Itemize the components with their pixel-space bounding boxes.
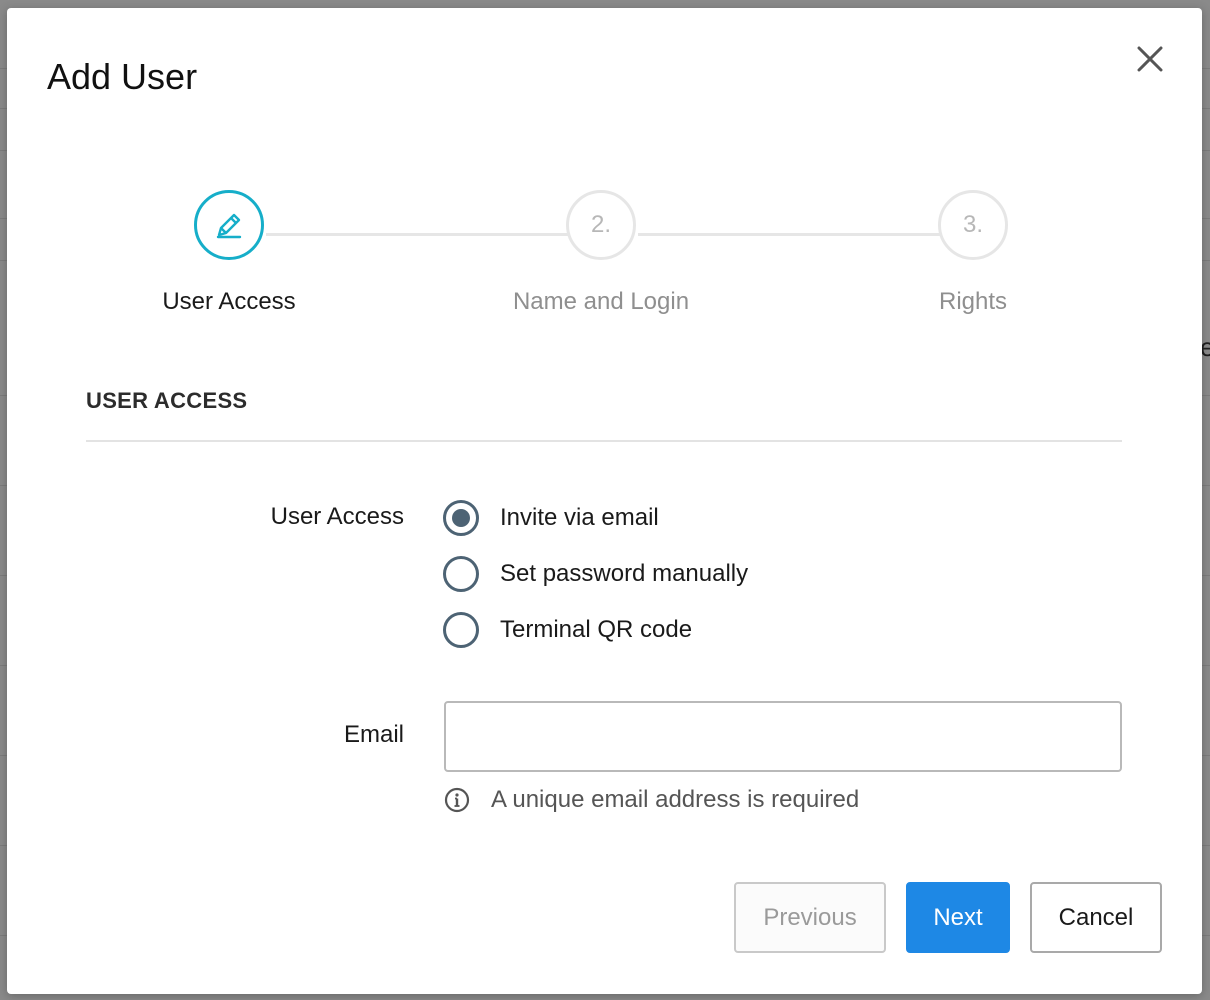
email-hint: A unique email address is required (444, 786, 859, 814)
section-heading: USER ACCESS (86, 388, 248, 413)
radio-label: Set password manually (500, 560, 749, 587)
step-connector (638, 233, 941, 236)
step-1-label: User Access (162, 288, 296, 315)
radio-option-set-password-manually[interactable]: Set password manually (443, 555, 748, 593)
info-icon (444, 787, 470, 813)
close-icon (1137, 46, 1163, 72)
email-field[interactable] (444, 701, 1122, 772)
step-connector (266, 233, 569, 236)
radio-label: Invite via email (500, 504, 659, 531)
step-2-label: Name and Login (512, 288, 690, 315)
previous-button[interactable]: Previous (734, 882, 886, 953)
cancel-button[interactable]: Cancel (1030, 882, 1162, 953)
section-divider (86, 440, 1122, 442)
radio-button[interactable] (443, 556, 479, 592)
user-access-label: User Access (270, 503, 404, 530)
radio-selected-dot (452, 509, 470, 527)
radio-button[interactable] (443, 612, 479, 648)
close-button[interactable] (1131, 40, 1169, 78)
step-2-indicator: 2. (566, 190, 636, 260)
add-user-dialog: Add User 2. 3. User Access Name and Logi… (7, 8, 1202, 994)
step-1-indicator (194, 190, 264, 260)
radio-option-invite-via-email[interactable]: Invite via email (443, 499, 659, 537)
email-label: Email (343, 721, 404, 748)
next-button[interactable]: Next (906, 882, 1010, 953)
radio-button[interactable] (443, 500, 479, 536)
radio-label: Terminal QR code (500, 616, 693, 643)
email-hint-text: A unique email address is required (491, 786, 860, 813)
step-3-indicator: 3. (938, 190, 1008, 260)
radio-option-terminal-qr-code[interactable]: Terminal QR code (443, 611, 692, 649)
step-3-label: Rights (938, 288, 1008, 315)
pencil-icon (216, 213, 242, 239)
dialog-title: Add User (47, 56, 198, 97)
